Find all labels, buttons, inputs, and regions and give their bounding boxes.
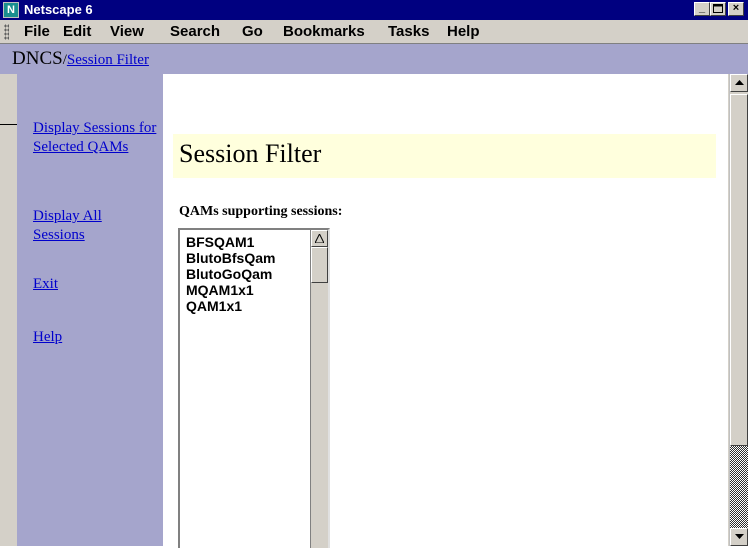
menu-help[interactable]: Help xyxy=(447,23,480,40)
sidebar: Display Sessions for Selected QAMs Displ… xyxy=(17,74,163,546)
title-bar[interactable]: N Netscape 6 _ × xyxy=(0,0,748,20)
up-arrow-icon xyxy=(735,80,744,85)
menu-view[interactable]: View xyxy=(110,23,144,40)
toolbar-grip-icon[interactable] xyxy=(4,24,9,40)
close-button[interactable]: × xyxy=(728,2,744,16)
window-title: Netscape 6 xyxy=(24,2,93,17)
down-arrow-icon xyxy=(735,534,744,539)
maximize-button[interactable] xyxy=(710,2,726,16)
menu-bar: File Edit View Search Go Bookmarks Tasks… xyxy=(0,20,748,44)
breadcrumb-session-filter-link[interactable]: Session Filter xyxy=(67,52,149,68)
list-item[interactable]: BlutoBfsQam xyxy=(186,250,275,266)
title-banner: Session Filter xyxy=(173,134,716,178)
scroll-down-button[interactable] xyxy=(730,528,748,546)
listbox-scrollbar[interactable] xyxy=(310,230,328,548)
up-arrow-icon xyxy=(315,234,324,243)
menu-file[interactable]: File xyxy=(24,23,50,40)
close-icon: × xyxy=(732,2,740,14)
qam-listbox[interactable]: BFSQAM1 BlutoBfsQam BlutoGoQam MQAM1x1 Q… xyxy=(178,228,330,548)
sidebar-link-display-all-sessions[interactable]: Display All Sessions xyxy=(33,207,123,245)
minimize-button[interactable]: _ xyxy=(694,2,710,16)
list-item[interactable]: MQAM1x1 xyxy=(186,282,275,298)
menu-go[interactable]: Go xyxy=(242,23,263,40)
minimize-icon: _ xyxy=(698,2,706,14)
menu-edit[interactable]: Edit xyxy=(63,23,91,40)
listbox-scroll-up-button[interactable] xyxy=(311,230,328,247)
menu-bookmarks[interactable]: Bookmarks xyxy=(283,23,365,40)
qam-list-label: QAMs supporting sessions: xyxy=(179,204,343,219)
listbox-scroll-thumb[interactable] xyxy=(311,247,328,283)
scroll-up-button[interactable] xyxy=(730,74,748,92)
menu-tasks[interactable]: Tasks xyxy=(388,23,429,40)
list-item[interactable]: BlutoGoQam xyxy=(186,266,275,282)
sidebar-link-display-selected-sessions[interactable]: Display Sessions for Selected QAMs xyxy=(33,119,161,157)
page-title: Session Filter xyxy=(179,139,322,168)
sidebar-link-help[interactable]: Help xyxy=(33,328,161,347)
breadcrumb: DNCS/Session Filter xyxy=(12,48,149,70)
browser-window: N Netscape 6 _ × File Edit View Search G… xyxy=(0,0,748,548)
netscape-icon: N xyxy=(3,2,19,18)
brand-name: DNCS xyxy=(12,48,63,69)
list-item[interactable]: BFSQAM1 xyxy=(186,234,275,250)
scroll-track[interactable] xyxy=(730,446,748,528)
list-item[interactable]: QAM1x1 xyxy=(186,298,275,314)
page-scrollbar[interactable] xyxy=(729,74,748,546)
main-content: Session Filter QAMs supporting sessions:… xyxy=(163,74,728,548)
sidebar-link-exit[interactable]: Exit xyxy=(33,275,161,294)
scroll-thumb[interactable] xyxy=(730,94,748,446)
menu-search[interactable]: Search xyxy=(170,23,220,40)
page-header: DNCS/Session Filter xyxy=(0,44,748,74)
maximize-icon xyxy=(713,4,723,13)
